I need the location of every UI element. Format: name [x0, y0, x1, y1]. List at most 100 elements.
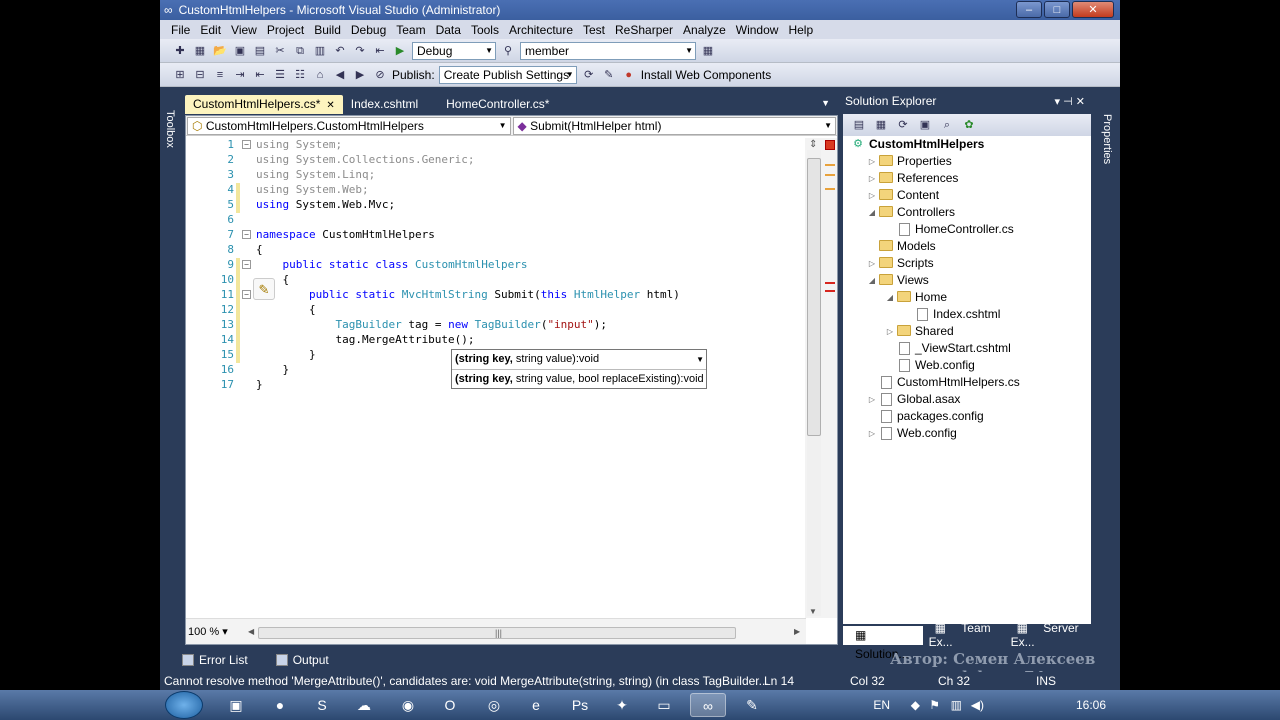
split-icon[interactable]: ⇕ — [809, 139, 817, 150]
expand-icon[interactable]: ▷ — [865, 255, 879, 272]
collapse-icon[interactable]: ◢ — [883, 289, 897, 306]
maximize-button[interactable]: □ — [1044, 1, 1070, 18]
menu-view[interactable]: View — [226, 23, 262, 37]
tab-customhtmlhelpers[interactable]: CustomHtmlHelpers.cs* ✕ — [185, 95, 343, 114]
taskbar-app-icon[interactable]: ● — [262, 693, 298, 717]
project-node[interactable]: ⚙ CustomHtmlHelpers — [851, 136, 984, 153]
tree-node[interactable]: Index.cshtml — [901, 306, 1000, 323]
code-line[interactable]: 14 tag.MergeAttribute(); — [186, 333, 806, 348]
copy-icon[interactable]: ⧉ — [292, 43, 308, 59]
menu-build[interactable]: Build — [309, 23, 346, 37]
code-line[interactable]: 7− namespace CustomHtmlHelpers — [186, 228, 806, 243]
tab-homecontroller[interactable]: HomeController.cs* — [438, 95, 557, 114]
type-combo[interactable]: ⬡ CustomHtmlHelpers.CustomHtmlHelpers ▼ — [187, 117, 511, 135]
view-code-icon[interactable]: ▣ — [917, 117, 933, 133]
menu-architecture[interactable]: Architecture — [504, 23, 578, 37]
tree-node[interactable]: ▷ Global.asax — [865, 391, 960, 408]
menu-help[interactable]: Help — [783, 23, 818, 37]
taskbar-photoshop-icon[interactable]: Ps — [562, 693, 598, 717]
outdent-icon[interactable]: ⇤ — [252, 67, 268, 83]
code-line[interactable]: 2 using System.Collections.Generic; — [186, 153, 806, 168]
bookmark-next-icon[interactable]: ▶ — [352, 67, 368, 83]
menu-team[interactable]: Team — [391, 23, 430, 37]
tree-node[interactable]: ◢ Home — [883, 289, 947, 306]
view-designer-icon[interactable]: ⌕ — [939, 117, 955, 133]
menu-file[interactable]: File — [166, 23, 195, 37]
taskbar-ie-icon[interactable]: e — [518, 693, 554, 717]
tree-node[interactable]: _ViewStart.cshtml — [883, 340, 1011, 357]
menu-resharper[interactable]: ReSharper — [610, 23, 678, 37]
code-editor[interactable]: ⬡ CustomHtmlHelpers.CustomHtmlHelpers ▼ ◆… — [185, 115, 838, 645]
collapse-icon[interactable]: − — [242, 140, 251, 149]
taskbar-save-icon[interactable]: ▣ — [218, 693, 254, 717]
taskbar-notepad-icon[interactable]: ✎ — [734, 693, 770, 717]
tab-team-explorer[interactable]: ▦ Team Ex... — [923, 621, 1005, 649]
paste-icon[interactable]: ▥ — [312, 43, 328, 59]
clock[interactable]: 16:06 — [1076, 698, 1106, 712]
menu-test[interactable]: Test — [578, 23, 610, 37]
tree-node[interactable]: HomeController.cs — [883, 221, 1014, 238]
tab-solution-explorer[interactable]: ▦ Solution... — [843, 625, 923, 661]
toolbox-strip[interactable]: Toolbox — [160, 90, 182, 645]
open-icon[interactable]: 📂 — [212, 43, 228, 59]
member-combo[interactable]: ◆ Submit(HtmlHelper html) ▼ — [512, 117, 836, 135]
class-diagram-icon[interactable]: ✿ — [961, 117, 977, 133]
language-indicator[interactable]: EN — [873, 698, 890, 712]
tree-node[interactable]: ◢ Controllers — [865, 204, 955, 221]
config-combo[interactable]: Debug ▼ — [412, 41, 496, 60]
menu-project[interactable]: Project — [262, 23, 309, 37]
taskbar-visual-studio-icon[interactable]: ∞ — [690, 693, 726, 717]
add-item-icon[interactable]: ▦ — [192, 43, 208, 59]
install-web-components-icon[interactable]: ● — [621, 67, 637, 83]
tab-error-list[interactable]: Error List — [182, 653, 262, 667]
close-icon[interactable]: ✕ — [326, 100, 334, 111]
code-line[interactable]: 4 using System.Web; — [186, 183, 806, 198]
bookmark-prev-icon[interactable]: ◀ — [332, 67, 348, 83]
expand-icon[interactable]: ▷ — [883, 323, 897, 340]
publish-combo[interactable]: Create Publish Settings ▼ — [438, 65, 577, 84]
expand-icon[interactable]: ▷ — [865, 187, 879, 204]
bookmark-clear-icon[interactable]: ⊘ — [372, 67, 388, 83]
tree-node[interactable]: Web.config — [883, 357, 975, 374]
taskbar-chrome-icon[interactable]: ◎ — [476, 693, 512, 717]
expand-icon[interactable]: ▷ — [865, 153, 879, 170]
properties-label[interactable]: Properties — [1101, 114, 1113, 164]
tree-node[interactable]: ◢ Views — [865, 272, 929, 289]
publish-settings-icon[interactable]: ✎ — [601, 67, 617, 83]
tab-output[interactable]: Output — [275, 653, 343, 667]
collapse-icon[interactable]: − — [242, 290, 251, 299]
volume-icon[interactable]: ◀) — [971, 698, 984, 712]
menu-analyze[interactable]: Analyze — [678, 23, 731, 37]
cut-icon[interactable]: ✂ — [272, 43, 288, 59]
code-line[interactable]: 3 using System.Linq; — [186, 168, 806, 183]
error-marker[interactable] — [825, 282, 835, 284]
start-button[interactable] — [165, 691, 203, 719]
properties-icon[interactable]: ▤ — [851, 117, 867, 133]
toolbox-label[interactable]: Toolbox — [164, 110, 176, 148]
taskbar-window-icon[interactable]: ▭ — [646, 693, 682, 717]
save-icon[interactable]: ▣ — [232, 43, 248, 59]
taskbar-firefox-icon[interactable]: ◉ — [390, 693, 426, 717]
code-line[interactable]: 6 — [186, 213, 806, 228]
install-web-components-button[interactable]: Install Web Components — [641, 68, 772, 82]
start-debug-icon[interactable]: ▶ — [392, 43, 408, 59]
tree-node[interactable]: CustomHtmlHelpers.cs — [865, 374, 1020, 391]
code-line[interactable]: 8{ — [186, 243, 806, 258]
code-line[interactable]: 11− public static MvcHtmlString Submit(t… — [186, 288, 806, 303]
code-line[interactable]: 13 TagBuilder tag = new TagBuilder("inpu… — [186, 318, 806, 333]
taskbar-skype-icon[interactable]: S — [304, 693, 340, 717]
taskbar-opera-icon[interactable]: O — [432, 693, 468, 717]
align-left-icon[interactable]: ≡ — [212, 67, 228, 83]
quick-fix-pencil-icon[interactable]: ✎ — [253, 278, 275, 300]
tree-node[interactable]: packages.config — [865, 408, 984, 425]
expand-icon[interactable]: ▷ — [865, 170, 879, 187]
signature-1[interactable]: (string key, string value):void — [452, 350, 706, 369]
chevron-down-icon[interactable]: ▼ — [821, 98, 830, 108]
error-indicator-icon[interactable] — [825, 140, 835, 150]
code-line[interactable]: 9− public static class CustomHtmlHelpers — [186, 258, 806, 273]
collapse-icon[interactable]: − — [242, 260, 251, 269]
properties-strip[interactable]: Properties — [1098, 90, 1120, 645]
menu-tools[interactable]: Tools — [466, 23, 504, 37]
shield-icon[interactable]: ◆ — [911, 698, 920, 712]
tab-server-explorer[interactable]: ▦ Server Ex... — [1005, 621, 1091, 649]
